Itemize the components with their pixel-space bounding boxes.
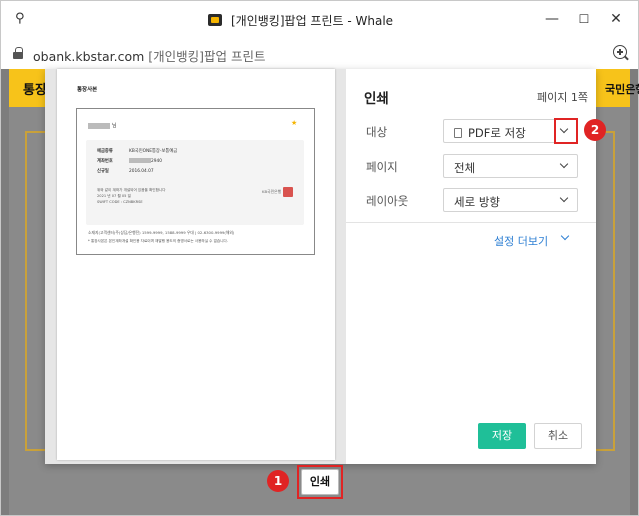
zoom-icon[interactable] <box>613 45 627 59</box>
cancel-button[interactable]: 취소 <box>534 423 582 449</box>
chevron-down-icon[interactable] <box>559 160 569 170</box>
info-row: 신규일 2016.04.07 <box>97 169 154 174</box>
pages-select[interactable]: 전체 <box>443 154 578 178</box>
passbook-document: 님 예금종류KB국민ONE통장-보통예금 계좌번호2940 신규일2016.04… <box>76 108 315 255</box>
bank-stamp: KB국민은행 <box>262 187 294 197</box>
account-holder-suffix: 님 <box>112 123 117 129</box>
url-text[interactable]: obank.kbstar.com [개인뱅킹]팝업 프린트 <box>33 46 266 65</box>
account-info-card: 예금종류 KB국민ONE통장-보통예금 계좌번호 2940 신규일 2016.04.0… <box>86 140 304 225</box>
destination-label: 대상 <box>366 125 388 139</box>
browser-window: ⚲ [개인뱅킹]팝업 프린트 - Whale — ☐ ✕ obank.kbsta… <box>0 0 639 516</box>
account-holder-redacted <box>88 123 110 129</box>
print-dialog: 통장사본 님 예금종류KB국민ONE통장-보통예금 계좌번호2940 신규일20… <box>45 69 596 464</box>
page-count: 페이지 1쪽 <box>537 91 588 104</box>
minimize-icon[interactable]: — <box>543 10 561 28</box>
more-settings-link[interactable]: 설정 더보기 <box>494 233 548 249</box>
preview-title: 통장사본 <box>77 87 98 93</box>
info-row: 예금종류 KB국민ONE통장-보통예금 <box>97 149 178 154</box>
close-icon[interactable]: ✕ <box>607 10 625 28</box>
page-header-right-label: 국민은행 <box>605 83 639 96</box>
highlight-destination-chevron <box>554 118 578 144</box>
window-title: [개인뱅킹]팝업 프린트 - Whale <box>231 14 394 28</box>
layout-select[interactable]: 세로 방향 <box>443 188 578 212</box>
chevron-down-icon[interactable] <box>560 233 570 243</box>
highlight-print-button <box>297 465 343 499</box>
step-badge-1: 1 <box>267 470 289 492</box>
chevron-down-icon[interactable] <box>559 194 569 204</box>
print-preview: 통장사본 님 예금종류KB국민ONE통장-보통예금 계좌번호2940 신규일20… <box>45 69 346 464</box>
title-bar: ⚲ [개인뱅킹]팝업 프린트 - Whale — ☐ ✕ <box>1 1 638 37</box>
info-row: 계좌번호 2940 <box>97 158 162 164</box>
pages-label: 페이지 <box>366 160 398 174</box>
address-bar[interactable]: obank.kbstar.com [개인뱅킹]팝업 프린트 <box>1 37 638 69</box>
divider <box>346 222 596 223</box>
page-header-left-label: 통장 <box>23 83 47 98</box>
maximize-icon[interactable]: ☐ <box>575 10 593 28</box>
print-title: 인쇄 <box>364 91 389 107</box>
document-disclaimer: * 통장사본은 본인계좌개설 확인용 자료이며 재발행 용도의 증명서로는 사용… <box>88 239 228 243</box>
app-logo-icon <box>208 14 222 26</box>
confirmation-note: 위와 같이 계좌가 개설되어 있음을 확인합니다 2021 년 07 월 05 … <box>97 188 166 204</box>
document-icon <box>454 128 462 138</box>
document-footer: 소재지(고객센터)주(상담/은행전) 1599-9999, 1588-9999 … <box>88 230 235 235</box>
preview-page: 통장사본 님 예금종류KB국민ONE통장-보통예금 계좌번호2940 신규일20… <box>57 69 335 460</box>
pin-icon[interactable]: ⚲ <box>15 11 31 27</box>
layout-label: 레이아웃 <box>366 194 409 208</box>
save-button[interactable]: 저장 <box>478 423 526 449</box>
step-badge-2: 2 <box>584 119 606 141</box>
kb-logo-icon <box>291 119 303 128</box>
lock-icon[interactable] <box>13 47 23 59</box>
